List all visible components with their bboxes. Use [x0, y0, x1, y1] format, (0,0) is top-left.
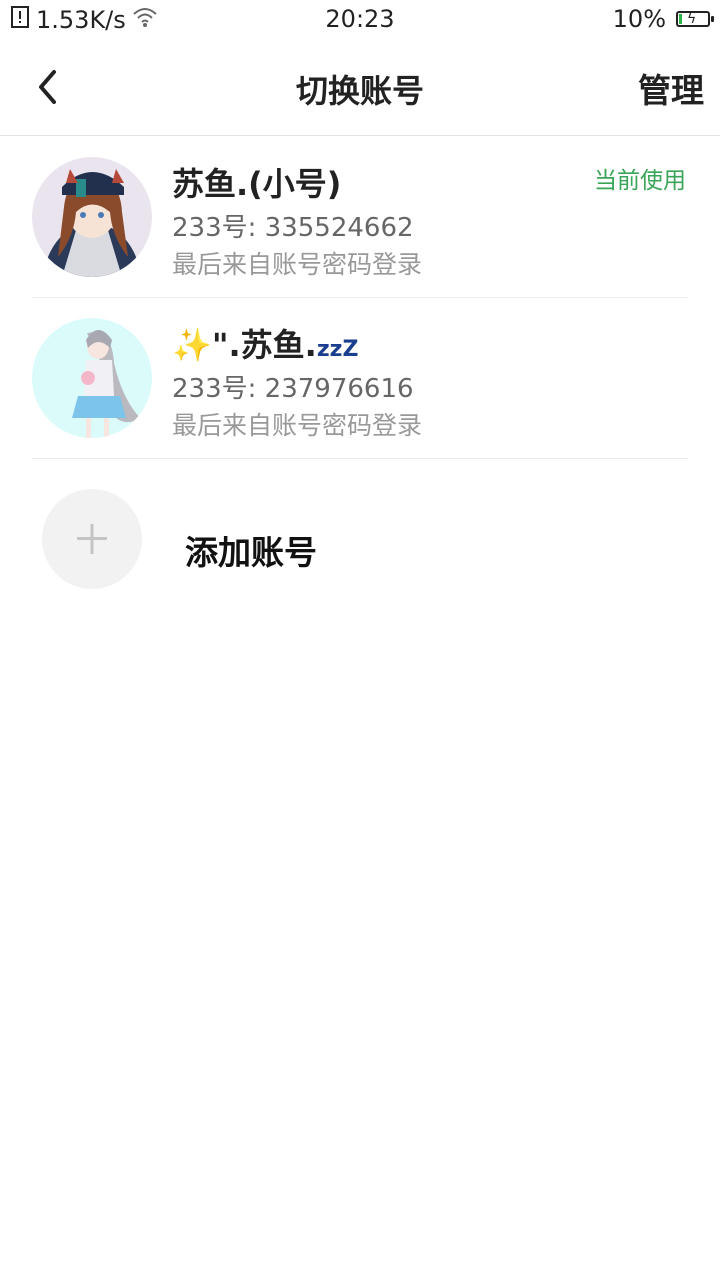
battery-icon: ϟ — [676, 11, 714, 27]
account-id: 233号: 237976616 — [172, 374, 414, 404]
plus-icon — [77, 524, 107, 554]
account-item[interactable]: ✨".苏鱼.zzZ 233号: 237976616 最后来自账号密码登录 — [32, 298, 688, 459]
add-account-circle — [42, 489, 142, 589]
account-login-source: 最后来自账号密码登录 — [172, 411, 423, 440]
manage-button[interactable]: 管理 — [638, 64, 704, 112]
account-item[interactable]: 苏鱼.(小号) 233号: 335524662 最后来自账号密码登录 当前使用 — [32, 137, 688, 298]
add-account-label: 添加账号 — [185, 533, 317, 572]
avatar — [32, 157, 152, 277]
add-account-button[interactable]: 添加账号 — [32, 470, 688, 600]
account-login-source: 最后来自账号密码登录 — [172, 250, 423, 279]
battery-percent: 10% — [612, 5, 666, 33]
account-name: ✨".苏鱼.zzZ — [172, 320, 358, 366]
charging-icon: ϟ — [687, 11, 697, 27]
avatar — [32, 318, 152, 438]
account-name: 苏鱼.(小号) — [172, 165, 342, 203]
current-badge: 当前使用 — [594, 168, 686, 194]
page-title: 切换账号 — [295, 72, 424, 110]
sleep-icon: zzZ — [316, 337, 359, 362]
account-id: 233号: 335524662 — [172, 213, 414, 243]
battery-fill — [679, 14, 682, 24]
status-right: 10% ϟ — [612, 5, 714, 33]
nav-bar: 切换账号 管理 — [0, 40, 720, 136]
account-name-main: ✨".苏鱼. — [172, 326, 317, 364]
status-bar: 1.53K/s 20:23 10% ϟ — [0, 0, 720, 40]
